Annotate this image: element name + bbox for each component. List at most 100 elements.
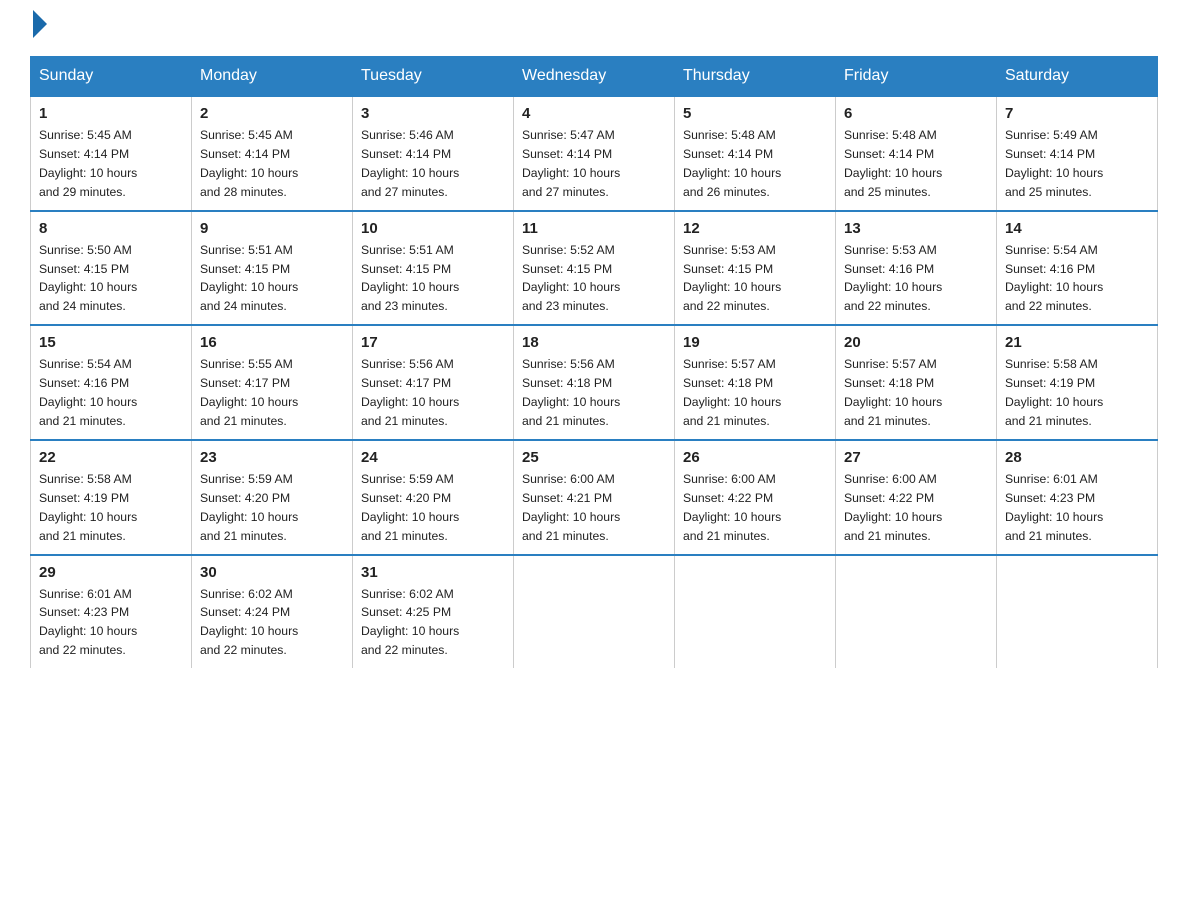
week-row-2: 8Sunrise: 5:50 AMSunset: 4:15 PMDaylight… [31,211,1158,326]
day-number: 14 [1005,220,1149,237]
day-info: Sunrise: 5:45 AMSunset: 4:14 PMDaylight:… [39,126,183,202]
day-info: Sunrise: 5:54 AMSunset: 4:16 PMDaylight:… [1005,241,1149,317]
day-number: 26 [683,449,827,466]
day-info: Sunrise: 6:01 AMSunset: 4:23 PMDaylight:… [39,585,183,661]
table-row: 9 Sunrise: 5:51 AMSunset: 4:15 PMDaylight… [192,211,353,326]
table-row: 16Sunrise: 5:55 AMSunset: 4:17 PMDayligh… [192,325,353,440]
day-info: Sunrise: 5:56 AMSunset: 4:18 PMDaylight:… [522,355,666,431]
day-info: Sunrise: 5:58 AMSunset: 4:19 PMDaylight:… [39,470,183,546]
day-info: Sunrise: 6:01 AMSunset: 4:23 PMDaylight:… [1005,470,1149,546]
day-number: 20 [844,334,988,351]
day-number: 7 [1005,105,1149,122]
table-row: 24 Sunrise: 5:59 AMSunset: 4:20 PMDayligh… [353,440,514,555]
table-row: 5 Sunrise: 5:48 AMSunset: 4:14 PMDaylight… [675,96,836,211]
day-info: Sunrise: 5:47 AMSunset: 4:14 PMDaylight:… [522,126,666,202]
day-info: Sunrise: 5:49 AMSunset: 4:14 PMDaylight:… [1005,126,1149,202]
table-row: 22 Sunrise: 5:58 AMSunset: 4:19 PMDayligh… [31,440,192,555]
header-saturday: Saturday [997,57,1158,97]
week-row-4: 22 Sunrise: 5:58 AMSunset: 4:19 PMDayligh… [31,440,1158,555]
table-row: 6 Sunrise: 5:48 AMSunset: 4:14 PMDaylight… [836,96,997,211]
header-sunday: Sunday [31,57,192,97]
calendar-header-row: SundayMondayTuesdayWednesdayThursdayFrid… [31,57,1158,97]
table-row: 20 Sunrise: 5:57 AMSunset: 4:18 PMDayligh… [836,325,997,440]
day-number: 15 [39,334,183,351]
week-row-1: 1 Sunrise: 5:45 AMSunset: 4:14 PMDaylight… [31,96,1158,211]
day-number: 9 [200,220,344,237]
day-number: 30 [200,564,344,581]
day-info: Sunrise: 6:00 AMSunset: 4:22 PMDaylight:… [683,470,827,546]
day-number: 6 [844,105,988,122]
table-row: 25 Sunrise: 6:00 AMSunset: 4:21 PMDayligh… [514,440,675,555]
table-row: 10 Sunrise: 5:51 AMSunset: 4:15 PMDayligh… [353,211,514,326]
table-row: 3Sunrise: 5:46 AMSunset: 4:14 PMDaylight… [353,96,514,211]
day-number: 11 [522,220,666,237]
day-number: 27 [844,449,988,466]
day-info: Sunrise: 5:59 AMSunset: 4:20 PMDaylight:… [361,470,505,546]
day-number: 17 [361,334,505,351]
table-row: 2Sunrise: 5:45 AMSunset: 4:14 PMDaylight… [192,96,353,211]
day-info: Sunrise: 5:57 AMSunset: 4:18 PMDaylight:… [844,355,988,431]
table-row: 11 Sunrise: 5:52 AMSunset: 4:15 PMDayligh… [514,211,675,326]
table-row [997,555,1158,669]
day-info: Sunrise: 5:54 AMSunset: 4:16 PMDaylight:… [39,355,183,431]
day-info: Sunrise: 5:48 AMSunset: 4:14 PMDaylight:… [683,126,827,202]
day-info: Sunrise: 5:51 AMSunset: 4:15 PMDaylight:… [200,241,344,317]
day-number: 21 [1005,334,1149,351]
day-info: Sunrise: 6:00 AMSunset: 4:21 PMDaylight:… [522,470,666,546]
day-info: Sunrise: 5:45 AMSunset: 4:14 PMDaylight:… [200,126,344,202]
day-info: Sunrise: 5:51 AMSunset: 4:15 PMDaylight:… [361,241,505,317]
week-row-5: 29 Sunrise: 6:01 AMSunset: 4:23 PMDayligh… [31,555,1158,669]
table-row: 27Sunrise: 6:00 AMSunset: 4:22 PMDayligh… [836,440,997,555]
table-row [836,555,997,669]
day-info: Sunrise: 5:57 AMSunset: 4:18 PMDaylight:… [683,355,827,431]
table-row: 13Sunrise: 5:53 AMSunset: 4:16 PMDayligh… [836,211,997,326]
logo [30,20,47,38]
header-monday: Monday [192,57,353,97]
calendar-table: SundayMondayTuesdayWednesdayThursdayFrid… [30,56,1158,668]
day-info: Sunrise: 5:50 AMSunset: 4:15 PMDaylight:… [39,241,183,317]
logo-triangle-icon [33,10,47,38]
table-row: 7 Sunrise: 5:49 AMSunset: 4:14 PMDaylight… [997,96,1158,211]
table-row: 23Sunrise: 5:59 AMSunset: 4:20 PMDayligh… [192,440,353,555]
day-number: 10 [361,220,505,237]
day-number: 28 [1005,449,1149,466]
table-row: 26 Sunrise: 6:00 AMSunset: 4:22 PMDayligh… [675,440,836,555]
table-row: 8Sunrise: 5:50 AMSunset: 4:15 PMDaylight… [31,211,192,326]
day-info: Sunrise: 5:52 AMSunset: 4:15 PMDaylight:… [522,241,666,317]
table-row: 14 Sunrise: 5:54 AMSunset: 4:16 PMDayligh… [997,211,1158,326]
header-wednesday: Wednesday [514,57,675,97]
table-row: 17 Sunrise: 5:56 AMSunset: 4:17 PMDayligh… [353,325,514,440]
table-row: 12 Sunrise: 5:53 AMSunset: 4:15 PMDayligh… [675,211,836,326]
calendar-body: 1 Sunrise: 5:45 AMSunset: 4:14 PMDaylight… [31,96,1158,668]
day-number: 19 [683,334,827,351]
table-row: 21 Sunrise: 5:58 AMSunset: 4:19 PMDayligh… [997,325,1158,440]
table-row: 19 Sunrise: 5:57 AMSunset: 4:18 PMDayligh… [675,325,836,440]
day-number: 29 [39,564,183,581]
day-info: Sunrise: 5:58 AMSunset: 4:19 PMDaylight:… [1005,355,1149,431]
table-row: 18 Sunrise: 5:56 AMSunset: 4:18 PMDayligh… [514,325,675,440]
page-header [30,20,1158,38]
table-row: 30 Sunrise: 6:02 AMSunset: 4:24 PMDayligh… [192,555,353,669]
day-info: Sunrise: 5:48 AMSunset: 4:14 PMDaylight:… [844,126,988,202]
day-number: 18 [522,334,666,351]
header-thursday: Thursday [675,57,836,97]
table-row [514,555,675,669]
day-number: 22 [39,449,183,466]
day-info: Sunrise: 5:46 AMSunset: 4:14 PMDaylight:… [361,126,505,202]
day-info: Sunrise: 5:53 AMSunset: 4:15 PMDaylight:… [683,241,827,317]
day-number: 5 [683,105,827,122]
header-friday: Friday [836,57,997,97]
day-info: Sunrise: 6:02 AMSunset: 4:24 PMDaylight:… [200,585,344,661]
day-number: 4 [522,105,666,122]
day-number: 1 [39,105,183,122]
day-number: 31 [361,564,505,581]
day-number: 12 [683,220,827,237]
table-row: 29 Sunrise: 6:01 AMSunset: 4:23 PMDayligh… [31,555,192,669]
table-row: 31Sunrise: 6:02 AMSunset: 4:25 PMDayligh… [353,555,514,669]
day-info: Sunrise: 5:59 AMSunset: 4:20 PMDaylight:… [200,470,344,546]
day-number: 24 [361,449,505,466]
table-row: 15 Sunrise: 5:54 AMSunset: 4:16 PMDayligh… [31,325,192,440]
day-number: 25 [522,449,666,466]
day-info: Sunrise: 5:56 AMSunset: 4:17 PMDaylight:… [361,355,505,431]
week-row-3: 15 Sunrise: 5:54 AMSunset: 4:16 PMDayligh… [31,325,1158,440]
